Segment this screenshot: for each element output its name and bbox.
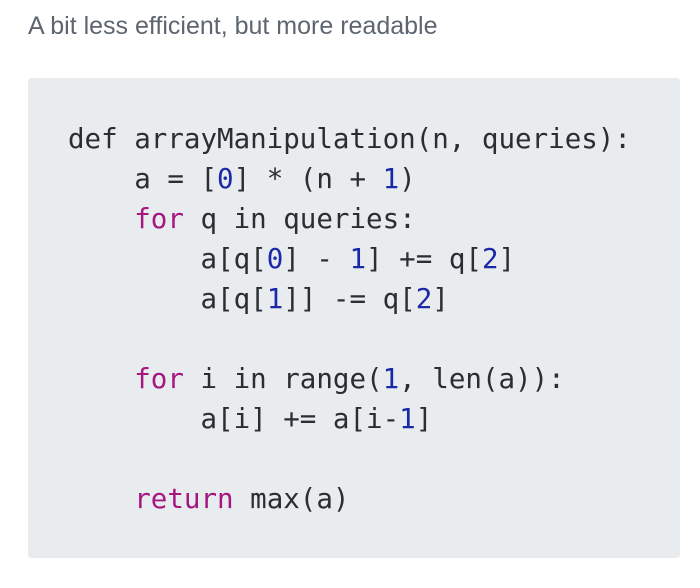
code-text: def arrayManipulation(n, queries): [68,123,631,155]
code-line: return max(a) [68,479,631,519]
code-text: ) [399,163,416,195]
code-number: 1 [382,163,400,195]
code-number: 1 [349,243,367,275]
code-text: ] - [283,243,350,275]
code-text: ] [432,283,449,315]
code-number: 0 [217,163,234,195]
code-number: 0 [266,243,284,275]
intro-text: A bit less efficient, but more readable [28,12,438,40]
code-text: ] += q[ [366,243,482,275]
code-number: 2 [415,283,433,315]
code-text: max(a) [233,483,350,515]
code-text: , len(a)): [399,363,565,395]
code-listing: def arrayManipulation(n, queries): a = [… [68,119,631,519]
code-text: i in range( [183,363,383,395]
code-text: q in queries: [183,203,416,235]
code-line: a[i] += a[i-1] [68,399,631,439]
code-text: ] [415,403,433,435]
code-keyword: for [134,363,184,395]
code-line: for i in range(1, len(a)): [68,359,631,399]
code-number: 1 [266,283,284,315]
code-number: 1 [399,403,416,435]
code-block: def arrayManipulation(n, queries): a = [… [28,78,680,558]
code-line: a[q[0] - 1] += q[2] [68,239,631,279]
code-line: a = [0] * (n + 1) [68,159,631,199]
code-line: for q in queries: [68,199,631,239]
code-text: ] * (n + [233,163,383,195]
code-text: ] [498,243,516,275]
code-text: a[q[ [68,243,267,275]
code-text: a[q[ [68,283,267,315]
code-number: 1 [382,363,400,395]
code-line: def arrayManipulation(n, queries): [68,119,631,159]
code-text: a = [ [68,163,218,195]
code-line: a[q[1]] -= q[2] [68,279,631,319]
code-number: 2 [481,243,499,275]
code-keyword: return [134,483,234,515]
code-text: ]] -= q[ [283,283,416,315]
code-text: a[i] += a[i- [68,403,400,435]
code-keyword: for [134,203,184,235]
